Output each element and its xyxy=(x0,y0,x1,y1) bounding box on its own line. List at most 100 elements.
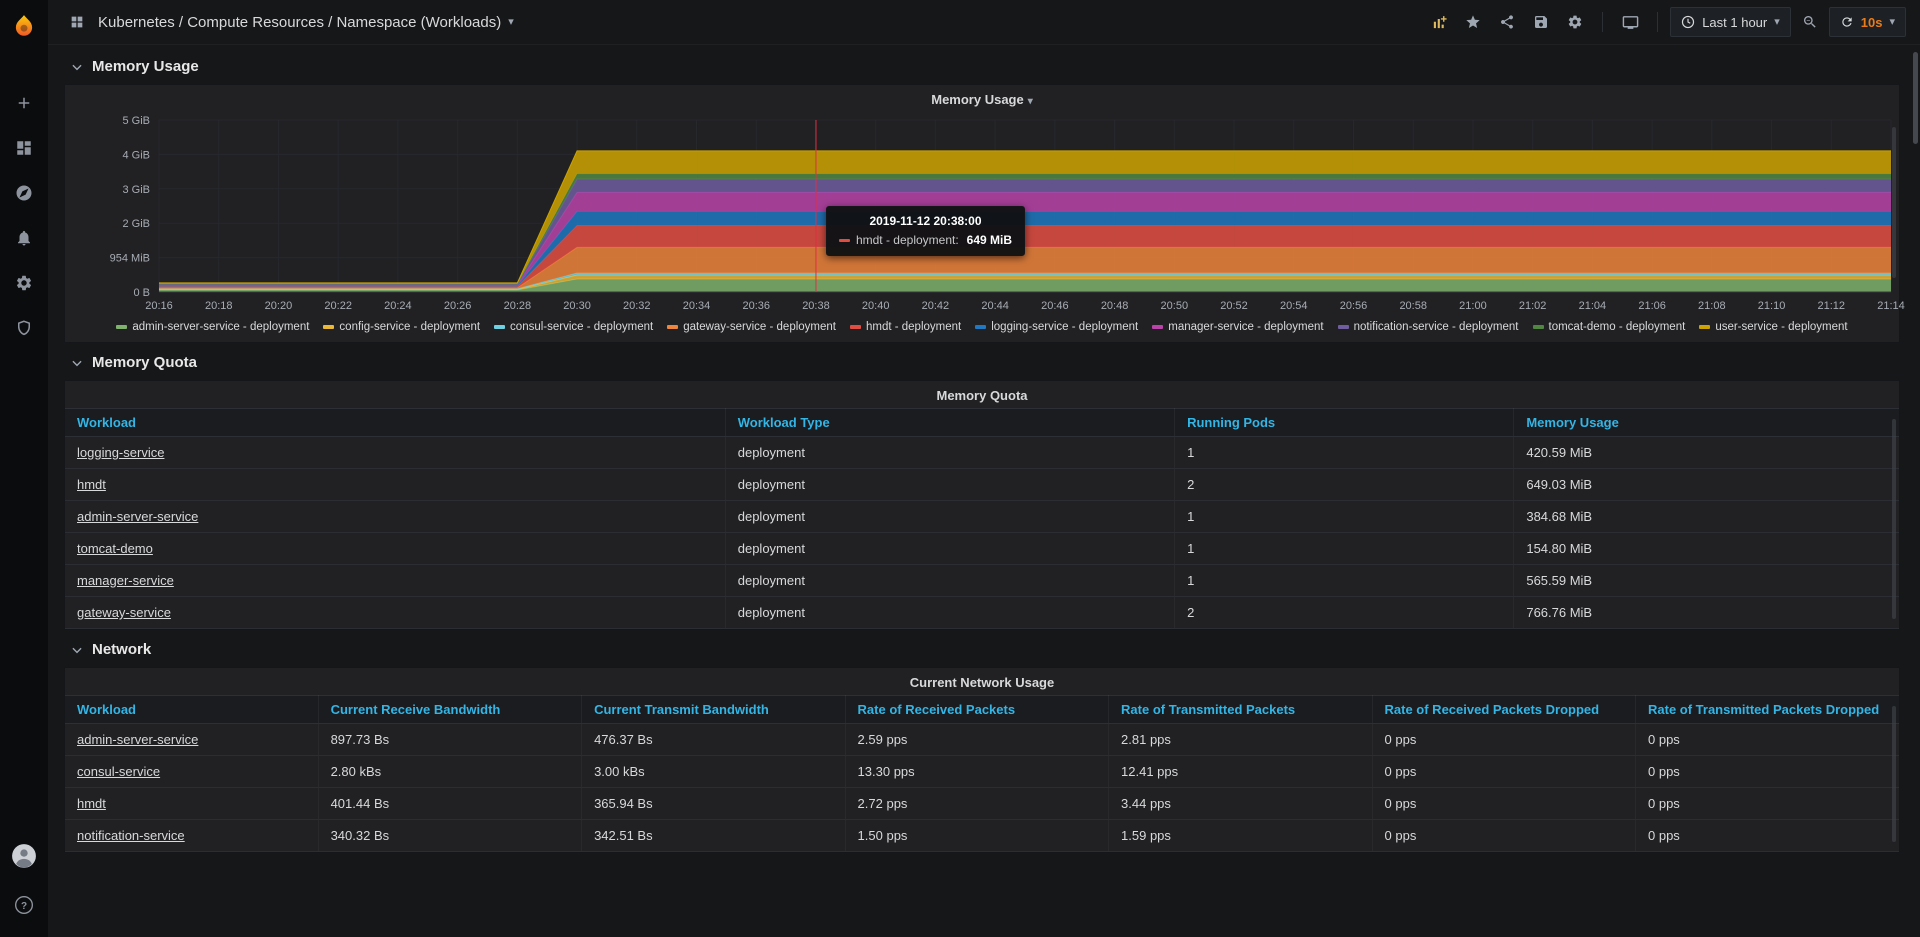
column-header[interactable]: Rate of Transmitted Packets xyxy=(1109,696,1372,724)
save-dashboard-button[interactable] xyxy=(1526,7,1556,37)
workload-link[interactable]: admin-server-service xyxy=(77,732,198,747)
caret-down-icon: ▾ xyxy=(1774,17,1780,28)
table-cell: deployment xyxy=(725,533,1174,565)
table-cell: deployment xyxy=(725,501,1174,533)
legend-label: gateway-service - deployment xyxy=(683,321,836,333)
grafana-logo[interactable] xyxy=(0,0,48,52)
table-cell: 12.41 pps xyxy=(1109,756,1372,788)
svg-text:954 MiB: 954 MiB xyxy=(110,253,150,265)
table-cell: 401.44 Bs xyxy=(318,788,581,820)
workload-link[interactable]: hmdt xyxy=(77,477,106,492)
sidebar-item-configuration[interactable] xyxy=(0,260,48,305)
workload-cell: manager-service xyxy=(65,565,725,597)
sidebar-item-create[interactable] xyxy=(0,80,48,125)
network-panel-title[interactable]: Current Network Usage xyxy=(65,668,1899,695)
user-avatar-button[interactable] xyxy=(0,833,48,878)
memory-quota-panel-title[interactable]: Memory Quota xyxy=(65,381,1899,408)
sidebar-item-server-admin[interactable] xyxy=(0,305,48,350)
section-header-memory-usage[interactable]: Memory Usage xyxy=(64,47,1900,84)
table-cell: 766.76 MiB xyxy=(1514,597,1899,629)
legend-item[interactable]: hmdt - deployment xyxy=(850,321,961,333)
time-range-picker[interactable]: Last 1 hour ▾ xyxy=(1670,7,1791,37)
tooltip-series-label: hmdt - deployment: xyxy=(856,233,959,247)
legend-color-marker xyxy=(323,325,334,329)
dashboard-picker-button[interactable] xyxy=(62,7,92,37)
legend-item[interactable]: notification-service - deployment xyxy=(1338,321,1519,333)
svg-text:20:44: 20:44 xyxy=(981,300,1009,312)
legend-label: notification-service - deployment xyxy=(1354,321,1519,333)
zoom-out-time-button[interactable] xyxy=(1795,7,1825,37)
sidebar-item-dashboards[interactable] xyxy=(0,125,48,170)
dashboard-title-dropdown[interactable]: Kubernetes / Compute Resources / Namespa… xyxy=(98,14,514,31)
table-cell: 384.68 MiB xyxy=(1514,501,1899,533)
navbar-divider xyxy=(1602,12,1603,32)
workload-link[interactable]: tomcat-demo xyxy=(77,541,153,556)
table-cell: 0 pps xyxy=(1636,724,1900,756)
dashboard-content: Memory Usage Memory Usage▾ 0 B954 MiB2 G… xyxy=(48,45,1920,853)
workload-link[interactable]: gateway-service xyxy=(77,605,171,620)
star-dashboard-button[interactable] xyxy=(1458,7,1488,37)
column-header[interactable]: Current Receive Bandwidth xyxy=(318,696,581,724)
panel-scrollbar[interactable] xyxy=(1892,706,1896,842)
legend-item[interactable]: user-service - deployment xyxy=(1699,321,1847,333)
column-header[interactable]: Current Transmit Bandwidth xyxy=(582,696,845,724)
section-header-memory-quota[interactable]: Memory Quota xyxy=(64,343,1900,380)
legend-item[interactable]: config-service - deployment xyxy=(323,321,480,333)
table-cell: 2.81 pps xyxy=(1109,724,1372,756)
svg-text:20:22: 20:22 xyxy=(324,300,352,312)
column-header[interactable]: Workload Type xyxy=(725,409,1174,437)
add-panel-button[interactable] xyxy=(1424,7,1454,37)
sidebar-item-alerting[interactable] xyxy=(0,215,48,260)
column-header[interactable]: Rate of Received Packets Dropped xyxy=(1372,696,1635,724)
workload-link[interactable]: admin-server-service xyxy=(77,509,198,524)
workload-link[interactable]: logging-service xyxy=(77,445,164,460)
dashboard-settings-button[interactable] xyxy=(1560,7,1590,37)
legend-item[interactable]: gateway-service - deployment xyxy=(667,321,836,333)
sidebar-item-explore[interactable] xyxy=(0,170,48,215)
legend-color-marker xyxy=(667,325,678,329)
help-button[interactable]: ? xyxy=(0,882,48,927)
gear-icon xyxy=(1567,14,1583,30)
legend-item[interactable]: tomcat-demo - deployment xyxy=(1533,321,1686,333)
navbar: Kubernetes / Compute Resources / Namespa… xyxy=(48,0,1920,45)
memory-usage-chart-area[interactable]: 0 B954 MiB2 GiB3 GiB4 GiB5 GiB20:1620:18… xyxy=(65,112,1899,318)
column-header[interactable]: Rate of Received Packets xyxy=(845,696,1108,724)
cycle-view-button[interactable] xyxy=(1615,7,1645,37)
column-header[interactable]: Running Pods xyxy=(1175,409,1514,437)
legend-item[interactable]: admin-server-service - deployment xyxy=(116,321,309,333)
table-cell: 565.59 MiB xyxy=(1514,565,1899,597)
column-header[interactable]: Memory Usage xyxy=(1514,409,1899,437)
column-header[interactable]: Rate of Transmitted Packets Dropped xyxy=(1636,696,1900,724)
table-cell: 365.94 Bs xyxy=(582,788,845,820)
column-header[interactable]: Workload xyxy=(65,696,318,724)
legend-item[interactable]: consul-service - deployment xyxy=(494,321,653,333)
svg-text:4 GiB: 4 GiB xyxy=(122,149,150,161)
chart-tooltip: 2019-11-12 20:38:00 hmdt - deployment: 6… xyxy=(826,206,1025,256)
legend-item[interactable]: logging-service - deployment xyxy=(975,321,1138,333)
workload-cell: admin-server-service xyxy=(65,724,318,756)
workload-link[interactable]: notification-service xyxy=(77,828,185,843)
column-header[interactable]: Workload xyxy=(65,409,725,437)
svg-text:5 GiB: 5 GiB xyxy=(122,115,150,127)
share-dashboard-button[interactable] xyxy=(1492,7,1522,37)
table-cell: 0 pps xyxy=(1636,756,1900,788)
refresh-picker[interactable]: 10s ▾ xyxy=(1829,7,1906,37)
table-cell: 0 pps xyxy=(1372,788,1635,820)
panel-scrollbar[interactable] xyxy=(1892,127,1896,278)
svg-text:20:20: 20:20 xyxy=(265,300,293,312)
page-scrollbar[interactable] xyxy=(1913,52,1918,144)
workload-link[interactable]: hmdt xyxy=(77,796,106,811)
section-title: Memory Quota xyxy=(92,354,197,371)
legend-item[interactable]: manager-service - deployment xyxy=(1152,321,1323,333)
memory-quota-table: WorkloadWorkload TypeRunning PodsMemory … xyxy=(65,408,1899,629)
memory-usage-panel-title[interactable]: Memory Usage▾ xyxy=(65,85,1899,112)
svg-text:20:16: 20:16 xyxy=(145,300,173,312)
table-cell: 0 pps xyxy=(1636,820,1900,852)
workload-link[interactable]: manager-service xyxy=(77,573,174,588)
workload-cell: hmdt xyxy=(65,469,725,501)
section-header-network[interactable]: Network xyxy=(64,630,1900,667)
workload-link[interactable]: consul-service xyxy=(77,764,160,779)
svg-text:20:48: 20:48 xyxy=(1101,300,1129,312)
clock-icon xyxy=(1681,15,1695,29)
panel-scrollbar[interactable] xyxy=(1892,419,1896,619)
